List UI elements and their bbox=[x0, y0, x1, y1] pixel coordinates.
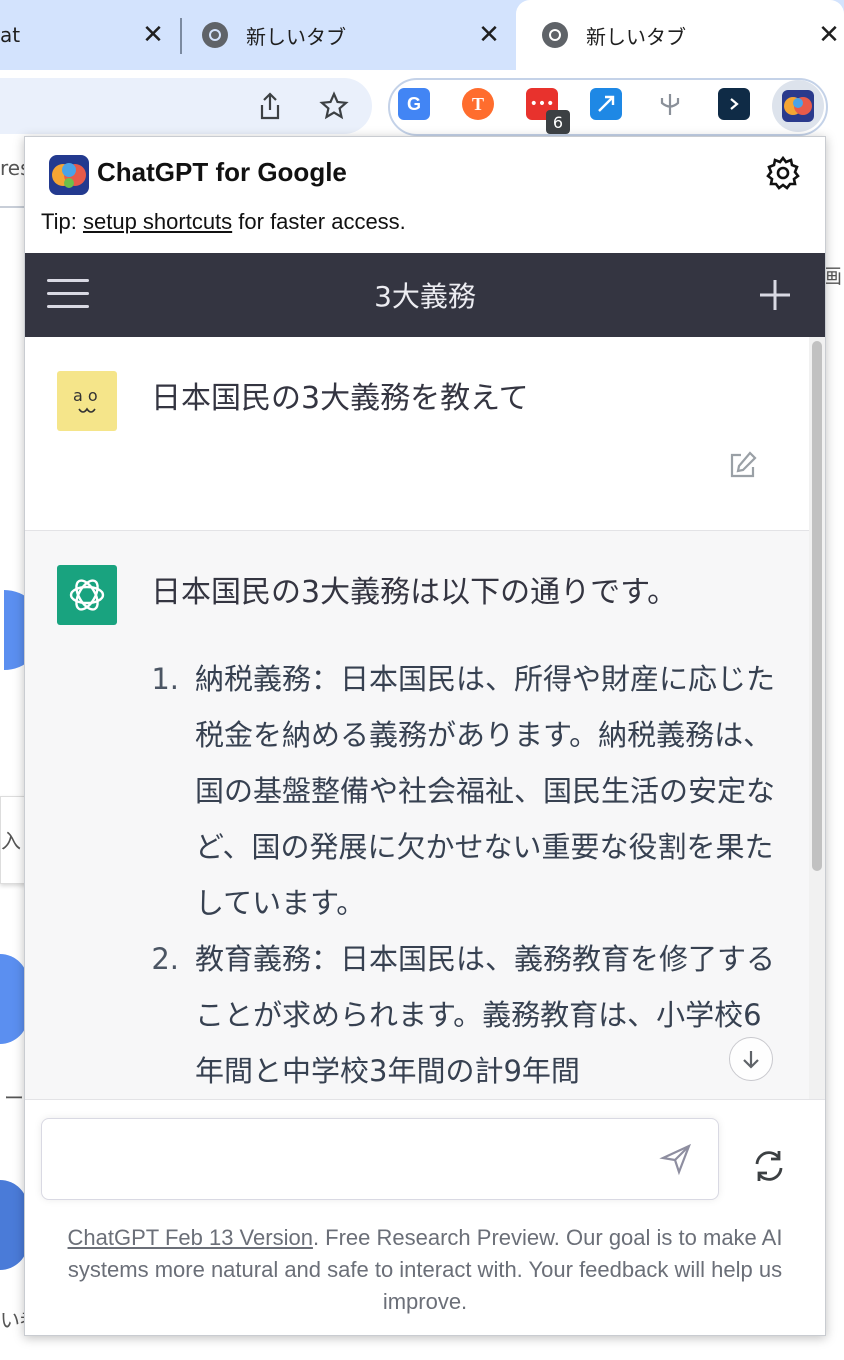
refresh-icon[interactable] bbox=[749, 1146, 789, 1186]
tab-title: 新しいタブ bbox=[586, 24, 686, 49]
tip-suffix: for faster access. bbox=[232, 209, 406, 234]
user-message: a o 日本国民の3大義務を教えて bbox=[25, 337, 809, 531]
expand-icon[interactable] bbox=[590, 88, 622, 120]
chrome-icon bbox=[542, 22, 568, 48]
background-text: ー bbox=[4, 1086, 24, 1110]
assistant-answer-list: 1. 納税義務：日本国民は、所得や財産に応じた税金を納める義務があります。納税義… bbox=[145, 651, 775, 1099]
user-avatar: a o bbox=[57, 371, 117, 431]
app-logo bbox=[49, 155, 89, 195]
user-message-text: 日本国民の3大義務を教えて bbox=[151, 381, 529, 416]
browser-tab-active[interactable]: 新しいタブ ✕ bbox=[516, 0, 844, 70]
list-item: 2. 教育義務：日本国民は、義務教育を修了することが求められます。義務教育は、小… bbox=[145, 931, 775, 1099]
share-icon[interactable] bbox=[254, 90, 286, 122]
close-icon[interactable]: ✕ bbox=[138, 20, 168, 50]
chat-nav-bar: 3大義務 bbox=[25, 253, 825, 337]
tab-separator bbox=[180, 18, 182, 54]
settings-icon[interactable] bbox=[765, 155, 801, 191]
deepl-icon[interactable] bbox=[718, 88, 750, 120]
tab-title: at bbox=[0, 23, 21, 47]
plus-icon[interactable] bbox=[757, 277, 793, 313]
list-item-number: 1. bbox=[151, 662, 179, 696]
text-extension-icon[interactable]: T bbox=[462, 88, 494, 120]
setup-shortcuts-link[interactable]: setup shortcuts bbox=[83, 209, 232, 234]
avatar-text: a o bbox=[73, 386, 98, 405]
assistant-message: 日本国民の3大義務は以下の通りです。 1. 納税義務：日本国民は、所得や財産に応… bbox=[25, 531, 809, 1099]
list-item-number: 2. bbox=[151, 942, 179, 976]
openai-icon bbox=[57, 565, 117, 625]
tab-strip: at ✕ 新しいタブ ✕ 新しいタブ ✕ bbox=[0, 0, 844, 70]
conversation-title: 3大義務 bbox=[374, 280, 476, 313]
close-icon[interactable]: ✕ bbox=[474, 20, 504, 50]
star-icon[interactable] bbox=[318, 90, 350, 122]
tab-title: 新しいタブ bbox=[246, 24, 346, 49]
chatgpt-extension-icon[interactable] bbox=[782, 90, 814, 122]
list-item: 1. 納税義務：日本国民は、所得や財産に応じた税金を納める義務があります。納税義… bbox=[145, 651, 775, 931]
tip-prefix: Tip: bbox=[41, 209, 83, 234]
extension-badge: 6 bbox=[546, 110, 570, 134]
chrome-icon bbox=[202, 22, 228, 48]
chatgpt-popup: ChatGPT for Google Tip: setup shortcuts … bbox=[24, 136, 826, 1336]
list-item-text: 教育義務：日本国民は、義務教育を修了することが求められます。義務教育は、小学校6… bbox=[195, 942, 776, 1088]
message-input[interactable] bbox=[41, 1118, 719, 1200]
popup-header: ChatGPT for Google Tip: setup shortcuts … bbox=[25, 137, 825, 253]
menu-icon[interactable] bbox=[47, 279, 89, 311]
tip-text: Tip: setup shortcuts for faster access. bbox=[41, 209, 406, 235]
assistant-intro-text: 日本国民の3大義務は以下の通りです。 bbox=[151, 575, 678, 610]
address-bar[interactable] bbox=[0, 78, 372, 134]
disclaimer: ChatGPT Feb 13 Version. Free Research Pr… bbox=[65, 1222, 785, 1318]
background-text: 入 bbox=[1, 829, 21, 853]
translate-icon[interactable]: G bbox=[398, 88, 430, 120]
edit-icon[interactable] bbox=[727, 449, 763, 485]
conversation-area: a o 日本国民の3大義務を教えて 日本国民の3大義務は以下の通りです。 1. … bbox=[25, 337, 825, 1099]
browser-tab-1[interactable]: at ✕ bbox=[0, 0, 168, 70]
browser-tab-2[interactable]: 新しいタブ ✕ bbox=[200, 0, 504, 70]
send-icon[interactable] bbox=[659, 1142, 693, 1176]
scrollbar-thumb[interactable] bbox=[812, 341, 822, 871]
close-icon[interactable]: ✕ bbox=[814, 20, 844, 50]
trident-icon[interactable] bbox=[654, 88, 686, 120]
app-title: ChatGPT for Google bbox=[97, 157, 347, 187]
version-link[interactable]: ChatGPT Feb 13 Version bbox=[68, 1225, 313, 1250]
list-item-text: 納税義務：日本国民は、所得や財産に応じた税金を納める義務があります。納税義務は、… bbox=[195, 662, 776, 920]
arrow-down-icon[interactable] bbox=[729, 1037, 773, 1081]
composer: ChatGPT Feb 13 Version. Free Research Pr… bbox=[25, 1099, 825, 1335]
